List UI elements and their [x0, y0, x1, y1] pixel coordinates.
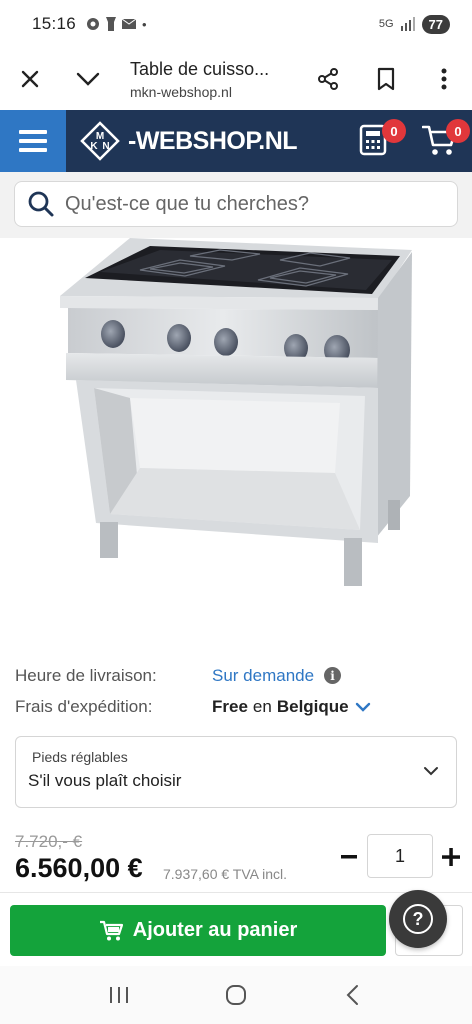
help-icon: ? [403, 904, 433, 934]
quantity-decrease-button[interactable] [336, 842, 362, 872]
more-vert-icon [441, 68, 447, 90]
battery-indicator: 77 [421, 14, 450, 34]
old-price: 7.720,- € [15, 832, 83, 851]
notification-icons: • [86, 17, 147, 32]
home-icon [225, 985, 246, 1005]
quantity-input[interactable] [367, 834, 433, 878]
mkn-logo-icon: M K N [80, 121, 120, 161]
chevron-down-icon [355, 702, 370, 712]
share-button[interactable] [306, 57, 350, 101]
page-title-area[interactable]: Table de cuisso... mkn-webshop.nl [130, 59, 290, 100]
add-to-cart-bar: Ajouter au panier ? [0, 890, 472, 966]
delivery-row: Heure de livraison: Sur demande i [15, 660, 457, 691]
delivery-label: Heure de livraison: [15, 665, 157, 685]
more-dot-icon: • [142, 16, 147, 32]
search-input[interactable] [65, 192, 425, 216]
minimize-button[interactable] [66, 57, 110, 101]
info-icon[interactable]: i [324, 667, 342, 684]
bookmark-button[interactable] [364, 57, 408, 101]
mail-icon [122, 18, 137, 29]
status-time: 15:16 [32, 14, 77, 33]
country-dropdown-button[interactable] [355, 701, 371, 713]
close-icon [21, 70, 39, 88]
recent-apps-button[interactable] [97, 973, 141, 1017]
delivery-value: Sur demande [212, 665, 315, 685]
shipping-label: Frais d'expédition: [15, 696, 153, 716]
search-box[interactable] [14, 181, 458, 227]
plus-icon [442, 848, 460, 866]
bookmark-icon [377, 67, 395, 91]
site-logo[interactable]: M K N -WEBSHOP.NL [78, 119, 298, 163]
adjustable-feet-select[interactable]: Pieds réglables S'il vous plaît choisir [15, 736, 457, 808]
minus-icon [341, 855, 357, 859]
cart-count-badge: 0 [446, 119, 470, 143]
back-button[interactable] [331, 973, 375, 1017]
back-icon [346, 985, 359, 1005]
add-to-cart-button[interactable]: Ajouter au panier [10, 905, 386, 956]
chevron-down-icon [76, 72, 100, 86]
hamburger-icon-bar [19, 130, 47, 134]
cart-button[interactable]: 0 [421, 119, 470, 159]
select-label: Pieds réglables [32, 749, 128, 765]
delivery-details: Heure de livraison: Sur demande i Frais … [15, 660, 457, 722]
signal-icon [400, 17, 415, 31]
system-nav-bar [0, 966, 472, 1024]
logo-text: -WEBSHOP.NL [128, 126, 298, 155]
close-tab-button[interactable] [8, 57, 52, 101]
compare-count-badge: 0 [382, 119, 406, 143]
shipping-in: en [252, 696, 272, 716]
more-menu-button[interactable] [422, 57, 466, 101]
page-url: mkn-webshop.nl [130, 83, 232, 100]
share-icon [318, 68, 338, 90]
status-bar: 15:16 • 5G 77 [0, 0, 472, 48]
search-bar [0, 172, 472, 238]
help-chat-button[interactable]: ? [389, 890, 447, 948]
chevron-down-icon [424, 767, 438, 776]
chrome-icon [87, 18, 100, 30]
network-type: 5G [378, 18, 394, 30]
shipping-free: Free [212, 696, 248, 716]
current-price: 6.560,00 € [15, 853, 143, 883]
shipping-country[interactable]: Belgique [277, 697, 349, 717]
hamburger-icon-bar [19, 139, 47, 143]
home-button[interactable] [214, 973, 258, 1017]
search-icon [28, 191, 54, 217]
shipping-row: Frais d'expédition: Free en Belgique [15, 691, 457, 722]
shopping-cart-icon [99, 920, 123, 940]
page-title: Table de cuisso... [130, 58, 270, 79]
menu-button[interactable] [0, 110, 66, 172]
browser-toolbar: Table de cuisso... mkn-webshop.nl [0, 48, 472, 110]
hamburger-icon-bar [19, 148, 47, 152]
product-image[interactable] [0, 238, 472, 638]
site-header: M K N -WEBSHOP.NL 0 0 [0, 110, 472, 172]
recents-icon [109, 987, 128, 1003]
svg-text:K: K [90, 141, 98, 152]
select-value: S'il vous plaît choisir [28, 771, 182, 790]
price-incl-tva: 7.937,60 € TVA incl. [163, 866, 288, 882]
quantity-increase-button[interactable] [438, 842, 464, 872]
compare-button[interactable]: 0 [358, 119, 406, 159]
flashlight-icon [106, 17, 117, 31]
add-to-cart-label: Ajouter au panier [132, 919, 298, 941]
svg-text:N: N [102, 141, 109, 152]
